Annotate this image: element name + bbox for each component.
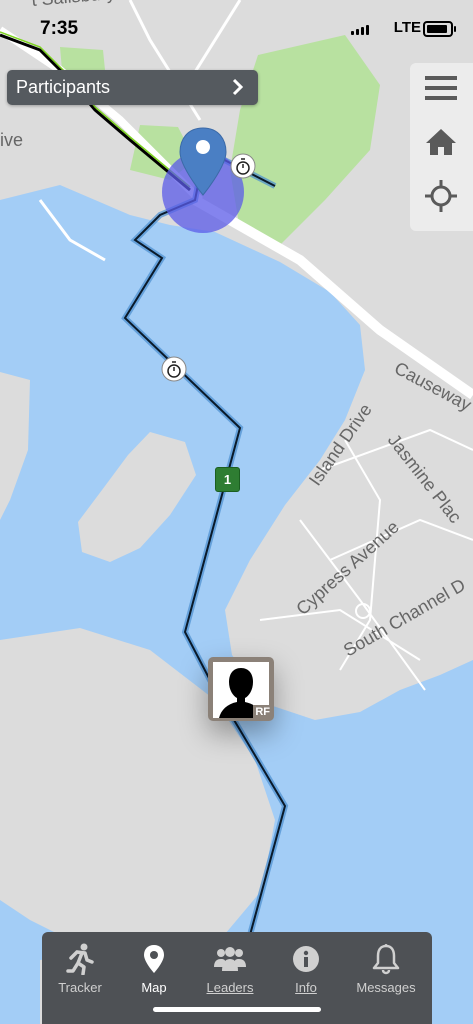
signal-icon — [351, 25, 369, 35]
participants-label: Participants — [16, 77, 111, 97]
status-bar: 7:35 LTE — [0, 0, 473, 50]
street-label-drive: ive — [0, 130, 23, 150]
tab-map[interactable]: Map — [119, 942, 189, 995]
tab-leaders[interactable]: Leaders — [195, 942, 265, 995]
map-canvas[interactable]: Causeway Island Drive Jasmine Plac Cypre… — [0, 0, 473, 1024]
bell-icon — [372, 944, 400, 975]
battery-icon — [423, 21, 456, 37]
split-marker[interactable]: 1 — [215, 467, 240, 492]
locate-icon[interactable] — [424, 179, 458, 213]
stopwatch-marker-icon[interactable] — [161, 356, 187, 382]
tab-messages[interactable]: Messages — [351, 942, 421, 995]
home-icon[interactable] — [424, 125, 458, 159]
runner-icon — [66, 943, 94, 975]
stopwatch-marker-icon[interactable] — [230, 153, 256, 179]
tab-info[interactable]: Info — [271, 942, 341, 995]
map-pin-icon — [144, 945, 164, 973]
tab-label: Info — [295, 980, 317, 995]
network-type: LTE — [393, 19, 421, 36]
participants-button[interactable]: Participants — [7, 70, 258, 105]
tab-tracker[interactable]: Tracker — [45, 942, 115, 995]
tab-label: Leaders — [206, 980, 254, 995]
participant-avatar[interactable]: RF — [208, 657, 274, 721]
tab-label: Messages — [356, 980, 416, 995]
chevron-right-icon — [232, 78, 244, 96]
home-indicator — [153, 1007, 321, 1012]
info-icon — [293, 946, 319, 972]
participant-initials: RF — [253, 705, 272, 719]
tab-label: Map — [141, 980, 167, 995]
clock: 7:35 — [40, 18, 79, 39]
park-north — [60, 47, 105, 70]
tab-label: Tracker — [58, 980, 102, 995]
menu-icon[interactable] — [424, 71, 458, 105]
group-icon — [214, 947, 246, 971]
map-controls — [410, 63, 473, 231]
